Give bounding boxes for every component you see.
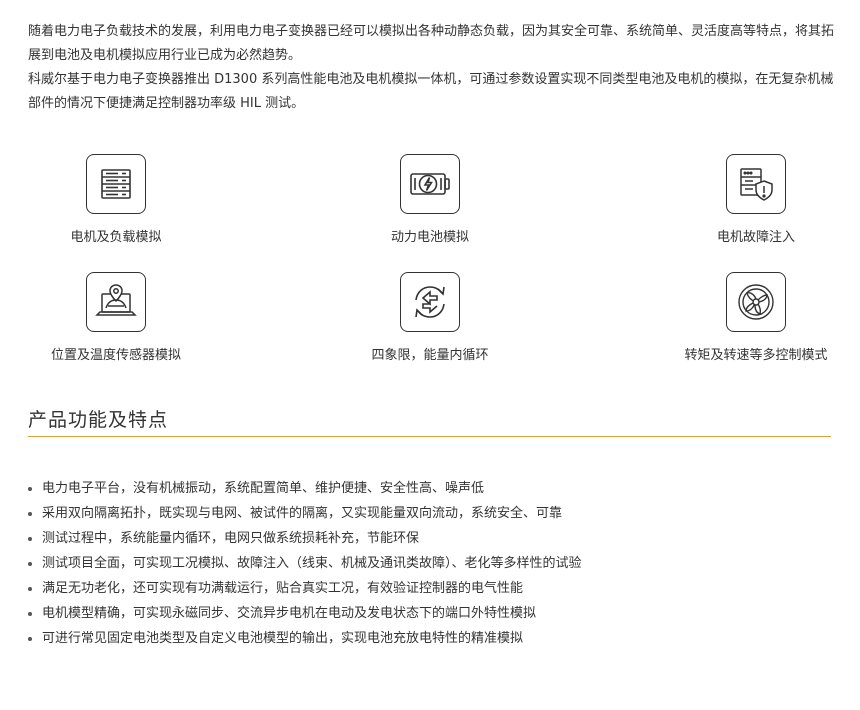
- laptop-location-icon: [86, 272, 146, 332]
- feature-label: 转矩及转速等多控制模式: [684, 348, 828, 363]
- server-rack-icon: [86, 154, 146, 214]
- list-item: 电力电子平台，没有机械振动，系统配置简单、维护便捷、安全性高、噪声低: [28, 476, 582, 501]
- feature-fault-injection: 电机故障注入: [656, 154, 856, 245]
- feature-label: 四象限，能量内循环: [371, 348, 489, 363]
- bullet-dot-icon: [28, 536, 32, 541]
- bullet-dot-icon: [28, 586, 32, 591]
- feature-sensor-sim: 位置及温度传感器模拟: [16, 272, 216, 363]
- feature-label: 电机故障注入: [716, 230, 795, 245]
- intro-paragraph-2: 科威尔基于电力电子变换器推出 D1300 系列高性能电池及电机模拟一体机，可通过…: [28, 72, 834, 111]
- feature-bullet-list: 电力电子平台，没有机械振动，系统配置简单、维护便捷、安全性高、噪声低 采用双向隔…: [28, 476, 582, 651]
- list-item: 采用双向隔离拓扑，既实现与电网、被试件的隔离，又实现能量双向流动，系统安全、可靠: [28, 501, 582, 526]
- section-divider: [28, 436, 831, 437]
- bullet-dot-icon: [28, 511, 32, 516]
- bullet-dot-icon: [28, 561, 32, 566]
- section-title: 产品功能及特点: [28, 409, 169, 431]
- list-item: 可进行常见固定电池类型及自定义电池模型的输出，实现电池充放电特性的精准模拟: [28, 626, 582, 651]
- battery-bolt-icon: [400, 154, 460, 214]
- list-item: 电机模型精确，可实现永磁同步、交流异步电机在电动及发电状态下的端口外特性模拟: [28, 601, 582, 626]
- feature-label: 动力电池模拟: [390, 230, 469, 245]
- bullet-dot-icon: [28, 611, 32, 616]
- list-item: 测试项目全面，可实现工况模拟、故障注入（线束、机械及通讯类故障）、老化等多样性的…: [28, 551, 582, 576]
- list-item: 测试过程中，系统能量内循环，电网只做系统损耗补充，节能环保: [28, 526, 582, 551]
- feature-battery: 动力电池模拟: [330, 154, 530, 245]
- feature-control-modes: 转矩及转速等多控制模式: [656, 272, 856, 363]
- server-shield-icon: [726, 154, 786, 214]
- feature-label: 电机及负载模拟: [70, 230, 162, 245]
- fan-rotor-icon: [726, 272, 786, 332]
- intro-paragraph-1: 随着电力电子负载技术的发展，利用电力电子变换器已经可以模拟出各种动静态负载，因为…: [28, 24, 835, 63]
- bullet-dot-icon: [28, 636, 32, 641]
- feature-label: 位置及温度传感器模拟: [50, 348, 181, 363]
- list-item: 满足无功老化，还可实现有功满载运行，贴合真实工况，有效验证控制器的电气性能: [28, 576, 582, 601]
- bullet-dot-icon: [28, 486, 32, 491]
- cycle-arrows-icon: [400, 272, 460, 332]
- feature-motor-load: 电机及负载模拟: [16, 154, 216, 245]
- intro-text: 随着电力电子负载技术的发展，利用电力电子变换器已经可以模拟出各种动静态负载，因为…: [28, 20, 836, 116]
- feature-four-quadrant: 四象限，能量内循环: [330, 272, 530, 363]
